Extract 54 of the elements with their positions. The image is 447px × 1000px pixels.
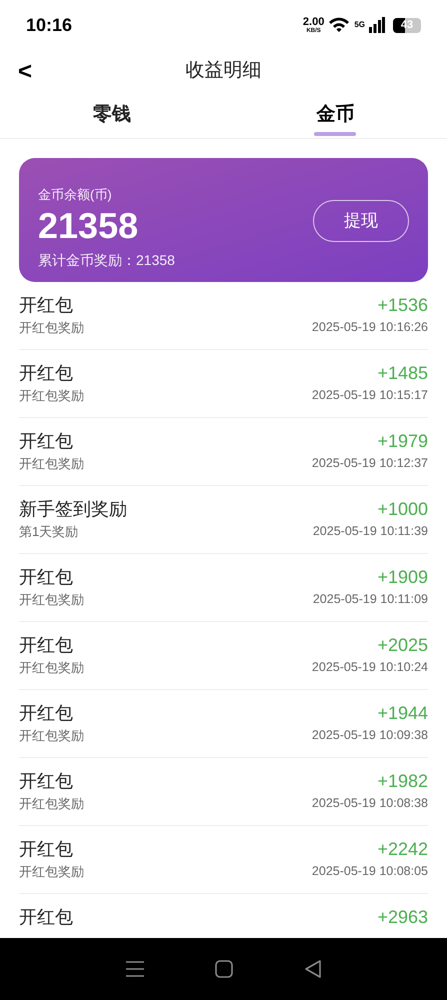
back-button[interactable]: < — [16, 60, 34, 84]
menu-icon[interactable] — [125, 960, 146, 978]
record-subtitle: 开红包奖励 — [19, 863, 84, 881]
record-subtitle: 开红包奖励 — [19, 727, 84, 745]
page-title: 收益明细 — [186, 59, 262, 84]
record-time: 2025-05-19 10:10:24 — [312, 659, 428, 676]
record-subtitle: 开红包奖励 — [19, 795, 84, 813]
home-icon[interactable] — [215, 960, 234, 978]
balance-label: 金币余额(币) — [38, 186, 113, 204]
record-time: 2025-05-19 10:16:26 — [312, 319, 428, 336]
record-time: 2025-05-19 10:08:05 — [312, 863, 428, 880]
record-subtitle: 开红包奖励 — [19, 319, 84, 337]
wifi-icon — [328, 17, 350, 33]
record-subtitle: 开红包奖励 — [19, 591, 84, 609]
record-subtitle: 开红包奖励 — [19, 387, 84, 405]
record-subtitle: 开红包奖励 — [19, 455, 84, 473]
record-title: 开红包 — [19, 702, 73, 724]
record-title: 开红包 — [19, 634, 73, 656]
record-time: 2025-05-19 10:15:17 — [312, 387, 428, 404]
record-subtitle: 开红包奖励 — [19, 659, 84, 677]
balance-amount: 21358 — [38, 204, 140, 248]
network-type: 5G — [354, 18, 365, 30]
withdraw-button[interactable]: 提现 — [313, 200, 409, 242]
record-title: 开红包 — [19, 566, 73, 588]
record-amount: +1944 — [377, 702, 428, 724]
signal-icon — [369, 17, 385, 33]
record-title: 开红包 — [19, 906, 73, 928]
record-time: 2025-05-19 10:11:39 — [312, 523, 428, 540]
record-title: 开红包 — [19, 838, 73, 860]
record-amount: +2025 — [377, 634, 428, 656]
record-amount: +1982 — [377, 770, 428, 792]
total-reward: 累计金币奖励：21358 — [38, 251, 175, 270]
record-title: 新手签到奖励 — [19, 498, 127, 520]
record-amount: +1485 — [377, 362, 428, 384]
record-title: 开红包 — [19, 294, 73, 316]
record-amount: +1536 — [377, 294, 428, 316]
tab[interactable]: 金币 — [314, 93, 356, 138]
record-amount: +1979 — [377, 430, 428, 452]
tab[interactable]: 零钱 — [90, 93, 133, 138]
record-amount: +1000 — [377, 498, 428, 520]
record-title: 开红包 — [19, 770, 73, 792]
net-speed: 2.00 — [302, 16, 324, 28]
record-time: 2025-05-19 10:09:38 — [312, 727, 428, 744]
status-time: 10:16 — [26, 14, 72, 36]
record-amount: +2963 — [377, 906, 428, 928]
record-title: 开红包 — [19, 362, 73, 384]
record-subtitle: 第1天奖励 — [19, 523, 78, 541]
record-title: 开红包 — [19, 430, 73, 452]
record-amount: +2242 — [377, 838, 428, 860]
record-amount: +1909 — [377, 566, 428, 588]
record-time: 2025-05-19 10:08:38 — [312, 795, 428, 812]
back-icon[interactable] — [304, 960, 322, 978]
record-time: 2025-05-19 10:12:37 — [312, 455, 428, 472]
record-time: 2025-05-19 10:11:09 — [312, 591, 428, 608]
